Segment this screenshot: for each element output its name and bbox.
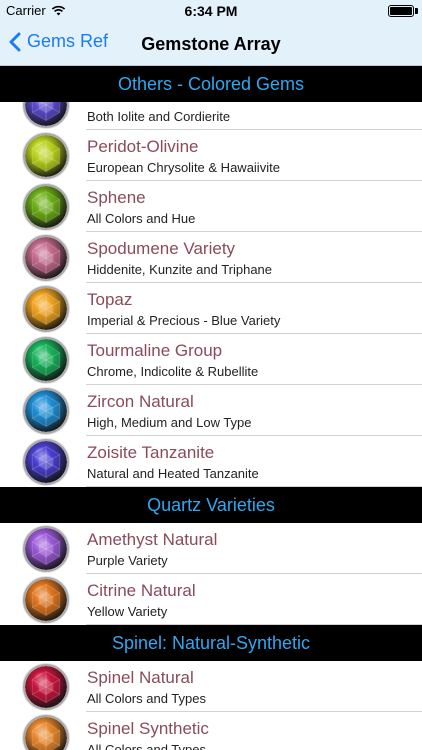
gem-image	[23, 439, 69, 485]
gem-description: Natural and Heated Tanzanite	[87, 466, 259, 481]
list-item[interactable]: Zircon Natural High, Medium and Low Type	[0, 385, 422, 436]
gem-description: High, Medium and Low Type	[87, 415, 252, 430]
list-item[interactable]: Tourmaline Group Chrome, Indicolite & Rub…	[0, 334, 422, 385]
gem-name: Spodumene Variety	[87, 239, 236, 258]
gem-name: Zircon Natural	[87, 392, 194, 411]
list-item[interactable]: Spinel Synthetic All Colors and Types	[0, 712, 422, 750]
gem-name: Amethyst Natural	[87, 530, 218, 549]
gem-image	[23, 715, 69, 750]
section-header: Spinel: Natural-Synthetic	[0, 625, 422, 661]
gem-description: Yellow Variety	[87, 604, 168, 619]
gem-name: Citrine Natural	[87, 581, 196, 600]
gem-image	[23, 526, 69, 572]
gem-name: Tourmaline Group	[87, 341, 223, 360]
gem-image	[23, 184, 69, 230]
gem-name: Spinel Natural	[87, 668, 194, 687]
section-header: Quartz Varieties	[0, 487, 422, 523]
section-header: Others - Colored Gems	[0, 66, 422, 102]
gem-description: Hiddenite, Kunzite and Triphane	[87, 262, 273, 277]
gem-image	[23, 577, 69, 623]
gem-name: Peridot-Olivine	[87, 137, 199, 156]
status-time: 6:34 PM	[184, 3, 238, 19]
gem-image	[23, 286, 69, 332]
gem-description: European Chrysolite & Hawaiivite	[87, 160, 280, 175]
page-title: Gemstone Array	[141, 34, 281, 54]
list-item[interactable]: Spinel Natural All Colors and Types	[0, 661, 422, 712]
gem-list[interactable]: Others - Colored Gems Both Iolite and Cor…	[0, 66, 422, 750]
gem-description: All Colors and Types	[87, 742, 206, 750]
gem-name: Sphene	[87, 188, 146, 207]
status-bar: Carrier 6:34 PM	[0, 0, 422, 22]
gem-description: Purple Variety	[87, 553, 168, 568]
gem-description: Both Iolite and Cordierite	[87, 109, 231, 124]
list-item[interactable]: Sphene All Colors and Hue	[0, 181, 422, 232]
gem-image	[23, 388, 69, 434]
gem-image	[23, 235, 69, 281]
battery-tip	[415, 8, 418, 14]
gem-image	[23, 133, 69, 179]
gem-description: All Colors and Hue	[87, 211, 196, 226]
battery-icon	[388, 5, 414, 17]
gem-image	[23, 337, 69, 383]
list-item[interactable]: Amethyst Natural Purple Variety	[0, 523, 422, 574]
list-item[interactable]: Spodumene Variety Hiddenite, Kunzite and …	[0, 232, 422, 283]
gem-description: Imperial & Precious - Blue Variety	[87, 313, 281, 328]
list-item[interactable]: Peridot-Olivine European Chrysolite & Haw…	[0, 130, 422, 181]
list-item[interactable]: Topaz Imperial & Precious - Blue Variety	[0, 283, 422, 334]
gem-description: All Colors and Types	[87, 691, 206, 706]
gem-name: Zoisite Tanzanite	[87, 443, 215, 462]
list-item[interactable]: Zoisite Tanzanite Natural and Heated Tanz…	[0, 436, 422, 487]
gem-description: Chrome, Indicolite & Rubellite	[87, 364, 259, 379]
gem-image	[23, 664, 69, 710]
navigation-bar: Gems Ref Gemstone Array	[0, 22, 422, 66]
list-item[interactable]: Citrine Natural Yellow Variety	[0, 574, 422, 625]
gem-name: Topaz	[87, 290, 133, 309]
gem-name: Spinel Synthetic	[87, 719, 209, 738]
